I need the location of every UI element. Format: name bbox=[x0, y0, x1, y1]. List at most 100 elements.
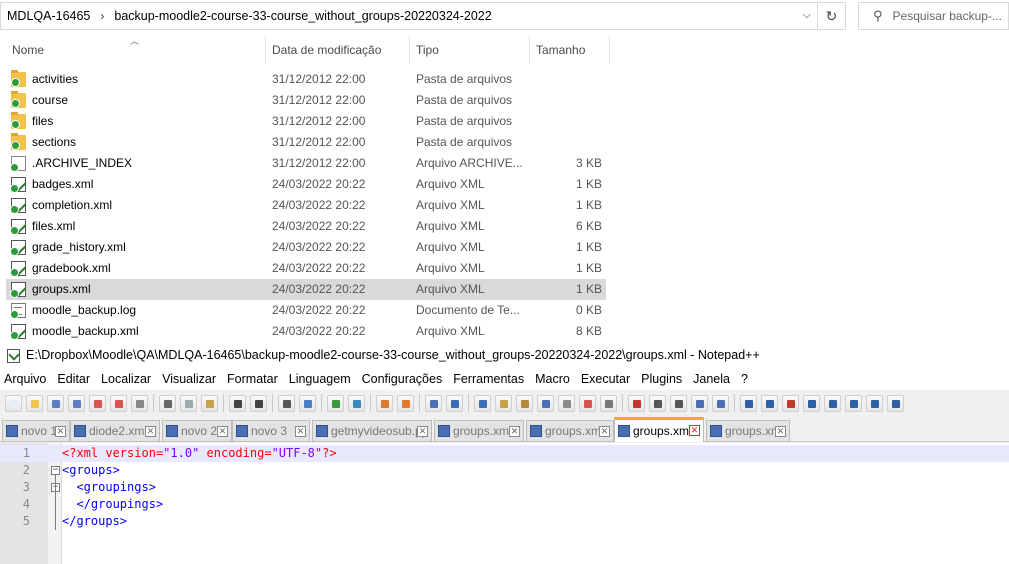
file-row[interactable]: moodle_backup.log 24/03/2022 20:22 Documen… bbox=[6, 300, 606, 321]
chevron-down-icon[interactable]: ⌵ bbox=[803, 9, 811, 22]
find-icon[interactable] bbox=[278, 394, 295, 412]
word-wrap-icon[interactable] bbox=[425, 394, 442, 412]
folder-workspace-icon[interactable] bbox=[537, 394, 554, 412]
breadcrumb-item[interactable]: backup-moodle2-course-33-course_without_… bbox=[108, 9, 497, 23]
menu-item[interactable]: Visualizar bbox=[158, 372, 223, 386]
column-header-date[interactable]: Data de modificação bbox=[266, 36, 410, 64]
tab-7[interactable]: groups.xml ✕ bbox=[614, 417, 704, 442]
column-header-name[interactable]: Nome bbox=[6, 36, 266, 64]
close-all-icon[interactable] bbox=[110, 394, 127, 412]
code-line[interactable]: 5 </groups> bbox=[0, 513, 1009, 530]
sync-horizontal-icon[interactable] bbox=[397, 394, 414, 412]
print-icon[interactable] bbox=[131, 394, 148, 412]
menu-item[interactable]: Plugins bbox=[637, 372, 689, 386]
file-row[interactable]: files.xml 24/03/2022 20:22 Arquivo XML 6 KB bbox=[6, 216, 606, 237]
arrow-down-icon[interactable] bbox=[845, 394, 862, 412]
replace-icon[interactable] bbox=[299, 394, 316, 412]
menu-item[interactable]: ? bbox=[737, 372, 755, 386]
menu-item[interactable]: Macro bbox=[531, 372, 577, 386]
preview-icon[interactable] bbox=[600, 394, 617, 412]
file-row[interactable]: grade_history.xml 24/03/2022 20:22 Arquivo… bbox=[6, 237, 606, 258]
file-row[interactable]: badges.xml 24/03/2022 20:22 Arquivo XML 1 K… bbox=[6, 174, 606, 195]
file-row[interactable]: groups.xml 24/03/2022 20:22 Arquivo XML 1 K… bbox=[6, 279, 606, 300]
menu-item[interactable]: Ferramentas bbox=[449, 372, 531, 386]
stop-macro-icon[interactable] bbox=[649, 394, 666, 412]
close-tab-icon[interactable]: ✕ bbox=[509, 426, 520, 437]
undo-icon[interactable] bbox=[229, 394, 246, 412]
record-macro-icon[interactable] bbox=[628, 394, 645, 412]
monitor-icon[interactable] bbox=[558, 394, 575, 412]
code-line[interactable]: 4 </groupings> bbox=[0, 496, 1009, 513]
refresh-button[interactable]: ↻ bbox=[818, 2, 846, 30]
collapse-icon[interactable] bbox=[803, 394, 820, 412]
code-line[interactable]: 2 <groups> bbox=[0, 462, 1009, 479]
menu-item[interactable]: Janela bbox=[689, 372, 737, 386]
close-tab-icon[interactable]: ✕ bbox=[55, 426, 66, 437]
file-row[interactable]: .ARCHIVE_INDEX 31/12/2012 22:00 Arquivo AR… bbox=[6, 153, 606, 174]
close-icon[interactable] bbox=[89, 394, 106, 412]
file-row[interactable]: files 31/12/2012 22:00 Pasta de arquivos bbox=[6, 111, 606, 132]
arrow-up-alt-icon[interactable] bbox=[866, 394, 883, 412]
close-tab-icon[interactable]: ✕ bbox=[145, 426, 156, 437]
file-row[interactable]: completion.xml 24/03/2022 20:22 Arquivo XM… bbox=[6, 195, 606, 216]
save-macro-icon[interactable] bbox=[712, 394, 729, 412]
redo-icon[interactable] bbox=[250, 394, 267, 412]
menu-item[interactable]: Arquivo bbox=[0, 372, 53, 386]
close-tab-icon[interactable]: ✕ bbox=[295, 426, 306, 437]
arrow-up-icon[interactable] bbox=[824, 394, 841, 412]
file-row[interactable]: sections 31/12/2012 22:00 Pasta de arquivo… bbox=[6, 132, 606, 153]
show-all-chars-icon[interactable] bbox=[446, 394, 463, 412]
tab-5[interactable]: groups.xml ✕ bbox=[434, 420, 524, 442]
file-row[interactable]: activities 31/12/2012 22:00 Pasta de arqui… bbox=[6, 69, 606, 90]
cut-icon[interactable] bbox=[159, 394, 176, 412]
file-row[interactable]: gradebook.xml 24/03/2022 20:22 Arquivo XML… bbox=[6, 258, 606, 279]
tab-6[interactable]: groups.xml ✕ bbox=[526, 420, 614, 442]
tab-4[interactable]: getmyvideosub.py ✕ bbox=[312, 420, 432, 442]
close-tab-icon[interactable]: ✕ bbox=[217, 426, 228, 437]
search-input[interactable]: ⚲ Pesquisar backup-... bbox=[858, 2, 1009, 30]
tab-2[interactable]: novo 2 ✕ bbox=[162, 420, 232, 442]
zoom-out-icon[interactable] bbox=[348, 394, 365, 412]
function-list-icon[interactable] bbox=[516, 394, 533, 412]
indent-guide-icon[interactable] bbox=[474, 394, 491, 412]
save-all-icon[interactable] bbox=[68, 394, 85, 412]
code-editor[interactable]: 1 <?xml version="1.0" encoding="UTF-8"?> 2… bbox=[0, 443, 1009, 564]
close-tab-icon[interactable]: ✕ bbox=[775, 426, 786, 437]
code-line[interactable]: 1 <?xml version="1.0" encoding="UTF-8"?> bbox=[0, 445, 1009, 462]
paste-icon[interactable] bbox=[201, 394, 218, 412]
tab-1[interactable]: diode2.xml ✕ bbox=[70, 420, 160, 442]
file-row[interactable]: moodle_backup.xml 24/03/2022 20:22 Arquivo… bbox=[6, 321, 606, 342]
fold-collapse-icon[interactable]: − bbox=[51, 466, 60, 475]
red-icon[interactable] bbox=[579, 394, 596, 412]
breadcrumb-item[interactable]: MDLQA-16465 bbox=[1, 9, 96, 23]
menu-item[interactable]: Executar bbox=[577, 372, 637, 386]
sync-vertical-icon[interactable] bbox=[376, 394, 393, 412]
download-icon[interactable] bbox=[740, 394, 757, 412]
tab-3[interactable]: novo 3 ✕ bbox=[232, 420, 310, 442]
list-red-icon[interactable] bbox=[782, 394, 799, 412]
menu-item[interactable]: Formatar bbox=[223, 372, 285, 386]
close-tab-icon[interactable]: ✕ bbox=[417, 426, 428, 437]
close-tab-icon[interactable]: ✕ bbox=[689, 425, 700, 436]
menu-item[interactable]: Configurações bbox=[358, 372, 450, 386]
list-icon[interactable] bbox=[761, 394, 778, 412]
code-line[interactable]: 3 <groupings> bbox=[0, 479, 1009, 496]
close-tab-icon[interactable]: ✕ bbox=[599, 426, 610, 437]
column-header-size[interactable]: Tamanho bbox=[530, 36, 610, 64]
zoom-in-icon[interactable] bbox=[327, 394, 344, 412]
menu-item[interactable]: Linguagem bbox=[285, 372, 358, 386]
doc-map-icon[interactable] bbox=[495, 394, 512, 412]
menu-item[interactable]: Localizar bbox=[97, 372, 158, 386]
chevron-right-icon[interactable]: › bbox=[96, 9, 108, 23]
file-row[interactable]: course 31/12/2012 22:00 Pasta de arquivos bbox=[6, 90, 606, 111]
save-icon[interactable] bbox=[47, 394, 64, 412]
open-file-icon[interactable] bbox=[26, 394, 43, 412]
tab-0[interactable]: novo 1 ✕ bbox=[2, 420, 70, 442]
address-bar[interactable]: MDLQA-16465 › backup-moodle2-course-33-c… bbox=[0, 2, 818, 30]
new-file-icon[interactable] bbox=[5, 394, 22, 412]
copy-icon[interactable] bbox=[180, 394, 197, 412]
column-header-type[interactable]: Tipo bbox=[410, 36, 530, 64]
panel-icon[interactable] bbox=[887, 394, 904, 412]
run-macro-icon[interactable] bbox=[691, 394, 708, 412]
tab-8[interactable]: groups.xml ✕ bbox=[706, 420, 790, 442]
